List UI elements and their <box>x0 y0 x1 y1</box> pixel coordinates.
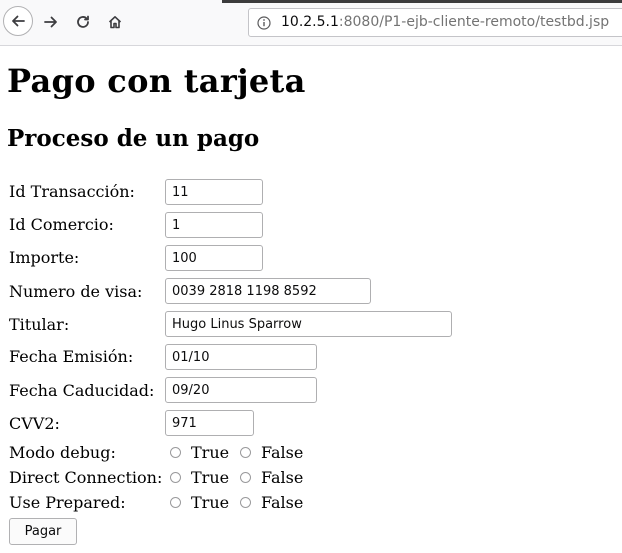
titular-label: Titular: <box>9 315 70 334</box>
url-bar[interactable]: 10.2.5.1:8080/P1-ejb-cliente-remoto/test… <box>248 8 622 37</box>
modo-debug-false-radio[interactable] <box>240 447 251 458</box>
id-comercio-label: Id Comercio: <box>9 215 114 234</box>
importe-input[interactable] <box>165 245 263 271</box>
fecha-caducidad-input[interactable] <box>165 377 317 403</box>
back-button[interactable] <box>3 6 33 36</box>
direct-connection-true-radio[interactable] <box>170 472 181 483</box>
page-title: Pago con tarjeta <box>7 62 306 100</box>
modo-debug-false-label: False <box>261 443 304 462</box>
home-icon <box>108 16 122 29</box>
reload-icon <box>77 15 89 28</box>
home-button[interactable] <box>101 8 129 36</box>
importe-label: Importe: <box>9 248 80 267</box>
cvv2-label: CVV2: <box>9 414 60 433</box>
url-host: 10.2.5.1 <box>281 14 339 30</box>
modo-debug-true-radio[interactable] <box>170 447 181 458</box>
use-prepared-true-radio[interactable] <box>170 497 181 508</box>
reload-button[interactable] <box>69 8 97 36</box>
direct-connection-false-label: False <box>261 468 304 487</box>
back-arrow-icon <box>12 15 25 27</box>
forward-arrow-icon <box>44 16 57 28</box>
modo-debug-label: Modo debug: <box>9 443 116 462</box>
direct-connection-label: Direct Connection: <box>9 468 163 487</box>
direct-connection-false-radio[interactable] <box>240 472 251 483</box>
use-prepared-false-label: False <box>261 493 304 512</box>
modo-debug-true-label: True <box>191 443 230 462</box>
url-text: 10.2.5.1:8080/P1-ejb-cliente-remoto/test… <box>281 9 609 36</box>
fecha-emision-label: Fecha Emisión: <box>9 347 134 366</box>
id-comercio-input[interactable] <box>165 212 263 238</box>
pagar-button[interactable]: Pagar <box>9 518 77 545</box>
id-transaccion-input[interactable] <box>165 179 263 205</box>
tab-strip <box>222 0 622 3</box>
direct-connection-true-label: True <box>191 468 230 487</box>
browser-toolbar: 10.2.5.1:8080/P1-ejb-cliente-remoto/test… <box>0 0 622 46</box>
use-prepared-false-radio[interactable] <box>240 497 251 508</box>
numero-visa-label: Numero de visa: <box>9 282 143 301</box>
use-prepared-label: Use Prepared: <box>9 493 126 512</box>
forward-button[interactable] <box>37 8 65 36</box>
fecha-emision-input[interactable] <box>165 344 317 370</box>
cvv2-input[interactable] <box>165 410 254 436</box>
url-path: :8080/P1-ejb-cliente-remoto/testbd.jsp <box>338 14 610 30</box>
fecha-caducidad-label: Fecha Caducidad: <box>9 381 155 400</box>
titular-input[interactable] <box>165 311 452 337</box>
info-icon[interactable] <box>257 16 271 30</box>
id-transaccion-label: Id Transacción: <box>9 182 135 201</box>
numero-visa-input[interactable] <box>165 278 371 304</box>
use-prepared-true-label: True <box>191 493 230 512</box>
page-subtitle: Proceso de un pago <box>7 125 260 152</box>
